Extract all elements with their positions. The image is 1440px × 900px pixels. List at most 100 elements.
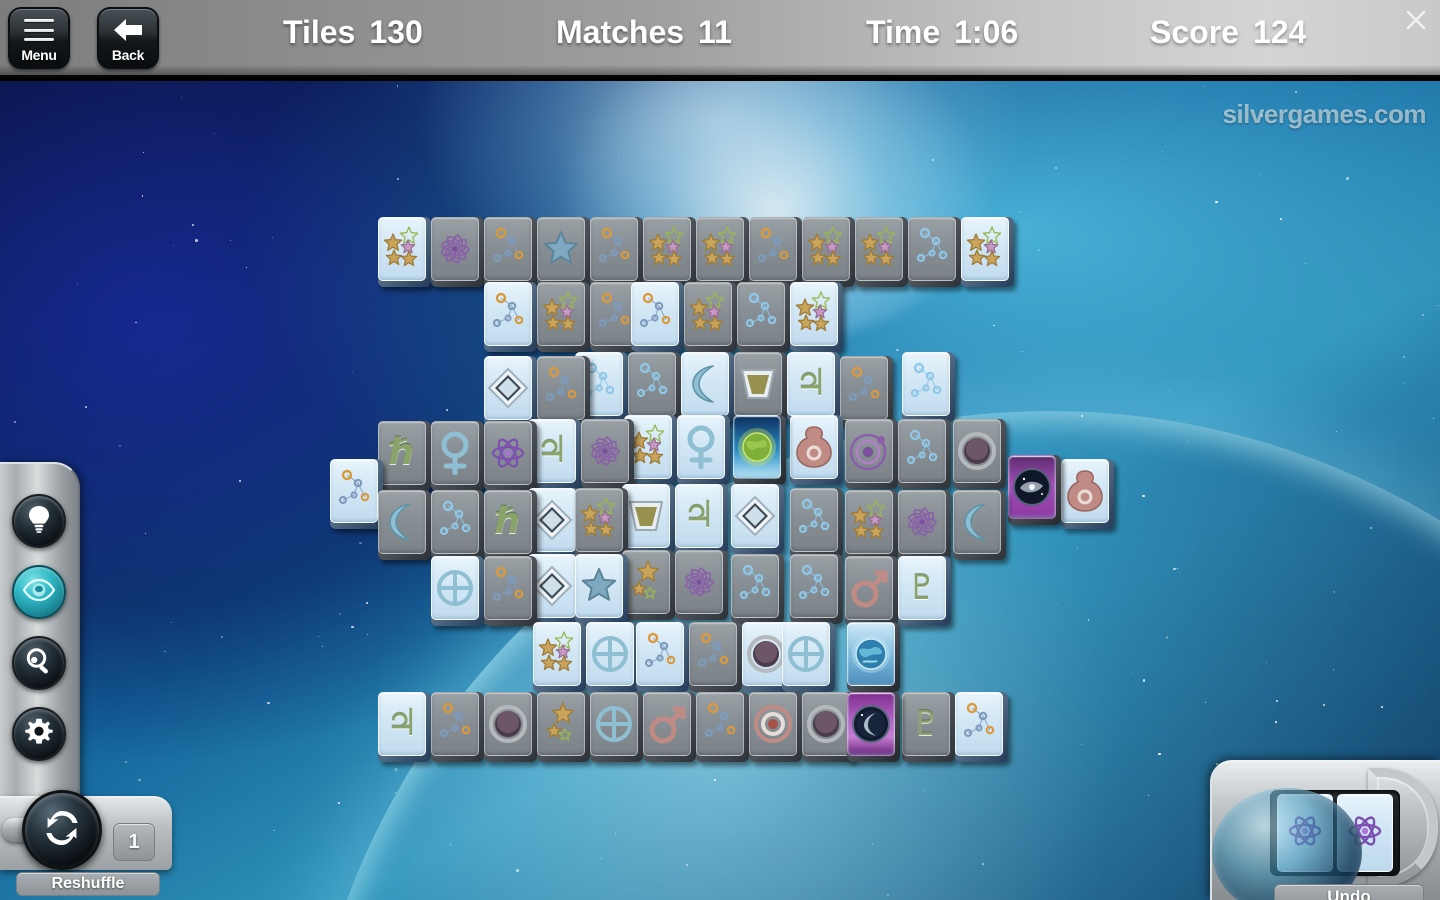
mahjong-tile[interactable] — [902, 352, 955, 422]
mahjong-tile[interactable] — [537, 217, 590, 287]
mahjong-tile[interactable]: ℏ — [378, 421, 431, 491]
mahjong-tile[interactable] — [677, 415, 730, 485]
mahjong-tile[interactable] — [696, 217, 749, 287]
tile-face — [484, 356, 532, 420]
mahjong-tile[interactable]: ♇ — [902, 692, 955, 762]
mahjong-tile[interactable] — [749, 692, 802, 762]
mahjong-tile[interactable] — [1008, 455, 1061, 525]
mahjong-tile[interactable] — [484, 282, 537, 352]
menu-button[interactable]: Menu — [8, 7, 70, 69]
mahjong-tile[interactable] — [431, 217, 484, 287]
mahjong-tile[interactable] — [898, 490, 951, 560]
mahjong-tile[interactable] — [537, 356, 590, 426]
tile-face: ♃ — [378, 692, 426, 756]
undo-button[interactable]: Undo — [1274, 884, 1424, 900]
mahjong-tile[interactable] — [378, 490, 431, 560]
constellation-blue-icon — [916, 227, 948, 263]
top-bar: Menu Back Tiles 130 Matches 11 Time 1:06 Sc… — [0, 0, 1440, 78]
mahjong-tile[interactable] — [953, 419, 1006, 489]
mahjong-tile[interactable] — [840, 356, 893, 426]
mahjong-tile[interactable] — [484, 692, 537, 762]
arrow-left-icon — [99, 15, 157, 45]
diamond-icon — [487, 367, 529, 409]
mahjong-tile[interactable] — [628, 352, 681, 422]
mahjong-tile[interactable] — [378, 217, 431, 287]
undo-panel: Undo — [1172, 742, 1440, 900]
reshuffle-button[interactable] — [22, 790, 102, 870]
mahjong-tile[interactable]: ♇ — [898, 556, 951, 626]
mahjong-tile[interactable] — [537, 282, 590, 352]
mahjong-tile[interactable] — [908, 217, 961, 287]
mahjong-tile[interactable]: ♃ — [675, 484, 728, 554]
mahjong-tile[interactable] — [689, 622, 742, 692]
mahjong-tile[interactable] — [681, 352, 734, 422]
mahjong-tile[interactable] — [845, 556, 898, 626]
mahjong-tile[interactable] — [855, 217, 908, 287]
mahjong-tile[interactable] — [581, 419, 634, 489]
find-button[interactable] — [12, 636, 66, 690]
settings-button[interactable] — [12, 707, 66, 761]
mahjong-tile[interactable] — [790, 282, 843, 352]
mahjong-tile[interactable]: ♃ — [787, 352, 840, 422]
mahjong-tile[interactable]: ℏ — [484, 490, 537, 560]
mahjong-tile[interactable] — [575, 554, 628, 624]
mahjong-tile[interactable] — [731, 484, 784, 554]
mahjong-tile[interactable] — [484, 356, 537, 426]
mahjong-tile[interactable]: ♃ — [378, 692, 431, 762]
stars-cluster-icon — [580, 497, 616, 538]
mahjong-tile[interactable] — [953, 490, 1006, 560]
mahjong-tile[interactable] — [431, 490, 484, 560]
mahjong-tile[interactable] — [622, 550, 675, 620]
mahjong-tile[interactable] — [643, 692, 696, 762]
mahjong-tile[interactable] — [631, 282, 684, 352]
tile-face — [696, 217, 744, 281]
mahjong-tile[interactable] — [484, 556, 537, 626]
mahjong-tile[interactable] — [845, 490, 898, 560]
mahjong-tile[interactable] — [1061, 459, 1114, 529]
mahjong-tile[interactable] — [484, 217, 537, 287]
hint-button[interactable] — [12, 494, 66, 548]
mahjong-tile[interactable] — [675, 550, 728, 620]
mahjong-tile[interactable] — [961, 217, 1014, 287]
mahjong-tile[interactable] — [782, 622, 835, 692]
mahjong-tile[interactable] — [790, 415, 843, 485]
mahjong-tile[interactable] — [955, 692, 1008, 762]
mahjong-tile[interactable] — [590, 692, 643, 762]
mahjong-tile[interactable] — [330, 459, 383, 529]
mahjong-tile[interactable] — [696, 692, 749, 762]
mahjong-tile[interactable] — [734, 352, 787, 422]
mahjong-tile[interactable] — [847, 622, 900, 692]
reshuffle-label[interactable]: Reshuffle — [16, 872, 160, 896]
mahjong-tile[interactable] — [731, 554, 784, 624]
mahjong-tile[interactable] — [586, 622, 639, 692]
mahjong-tile[interactable] — [749, 217, 802, 287]
mahjong-tile[interactable] — [845, 419, 898, 489]
mahjong-tile[interactable] — [590, 217, 643, 287]
mahjong-tile[interactable] — [431, 421, 484, 491]
mahjong-tile[interactable] — [802, 217, 855, 287]
peek-button[interactable] — [12, 565, 66, 619]
stars-cluster-icon — [795, 291, 831, 332]
mahjong-tile[interactable] — [575, 488, 628, 558]
mahjong-tile[interactable] — [636, 622, 689, 692]
mahjong-tile[interactable] — [484, 421, 537, 491]
mahjong-tile[interactable] — [533, 622, 586, 692]
mahjong-tile[interactable] — [431, 692, 484, 762]
constellation-orange-icon — [697, 632, 729, 668]
mahjong-tile[interactable] — [733, 415, 786, 485]
earth-cross-icon — [596, 706, 632, 742]
stat-tiles-label: Tiles — [283, 14, 356, 50]
mahjong-tile[interactable] — [643, 217, 696, 287]
mahjong-tile[interactable] — [737, 282, 790, 352]
mahjong-tile[interactable] — [847, 692, 900, 762]
mahjong-tile[interactable] — [790, 554, 843, 624]
mahjong-tile[interactable] — [622, 484, 675, 554]
mahjong-tile[interactable] — [684, 282, 737, 352]
mahjong-tile[interactable] — [790, 488, 843, 558]
constellation-blue-icon — [439, 500, 471, 536]
mahjong-tile[interactable] — [537, 692, 590, 762]
mahjong-tile[interactable] — [431, 556, 484, 626]
mahjong-tile[interactable] — [898, 419, 951, 489]
close-icon[interactable] — [1398, 2, 1434, 38]
back-button[interactable]: Back — [97, 7, 159, 69]
